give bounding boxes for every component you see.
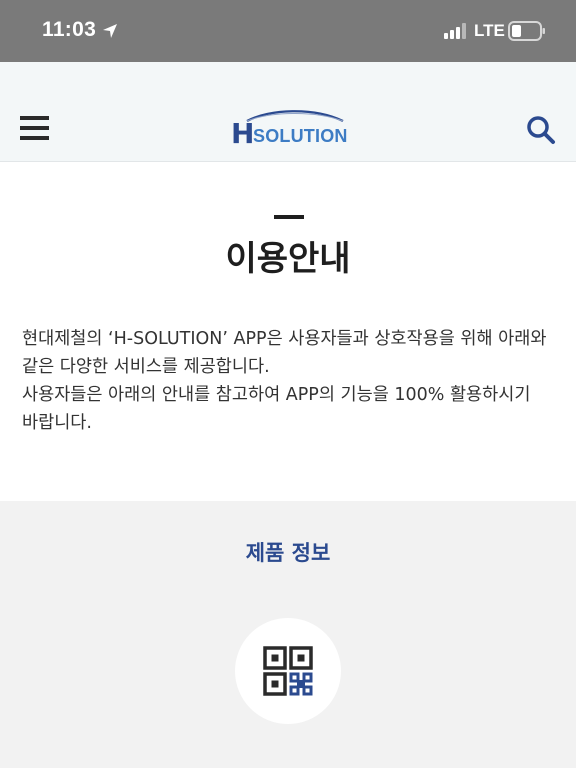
intro-line: 바랍니다. <box>22 413 92 433</box>
signal-icon <box>444 23 466 39</box>
menu-icon[interactable] <box>20 113 50 143</box>
qr-code-icon <box>263 646 313 696</box>
product-info-title: 제품 정보 <box>245 541 331 565</box>
title-dash <box>274 215 304 219</box>
battery-icon <box>508 21 545 41</box>
status-bar: 11:03 LTE <box>0 0 576 62</box>
status-time: 11:03 <box>42 18 97 41</box>
intro-line: 사용자들은 아래의 안내를 참고하여 APP의 기능을 100% 활용하시기 <box>22 385 531 405</box>
intro-line: 같은 다양한 서비스를 제공합니다. <box>22 357 270 377</box>
app-header: H SOLUTION <box>0 62 576 162</box>
intro-paragraph: 현대제철의 ‘H-SOLUTION’ APP은 사용자들과 상호작용을 위해 아… <box>22 325 562 437</box>
location-arrow-icon <box>103 24 117 38</box>
logo-text: SOLUTION <box>253 126 348 146</box>
intro-section: 이용안내 현대제철의 ‘H-SOLUTION’ APP은 사용자들과 상호작용을… <box>0 163 576 501</box>
search-icon[interactable] <box>526 115 556 145</box>
h-solution-logo[interactable]: H SOLUTION <box>229 107 349 147</box>
logo-h: H <box>231 117 254 147</box>
qr-code-button[interactable] <box>235 618 341 724</box>
page-title: 이용안내 <box>225 239 351 279</box>
intro-line: 현대제철의 ‘H-SOLUTION’ APP은 사용자들과 상호작용을 위해 아… <box>22 329 547 349</box>
network-type: LTE <box>474 21 505 40</box>
product-info-section: 제품 정보 <box>0 501 576 768</box>
